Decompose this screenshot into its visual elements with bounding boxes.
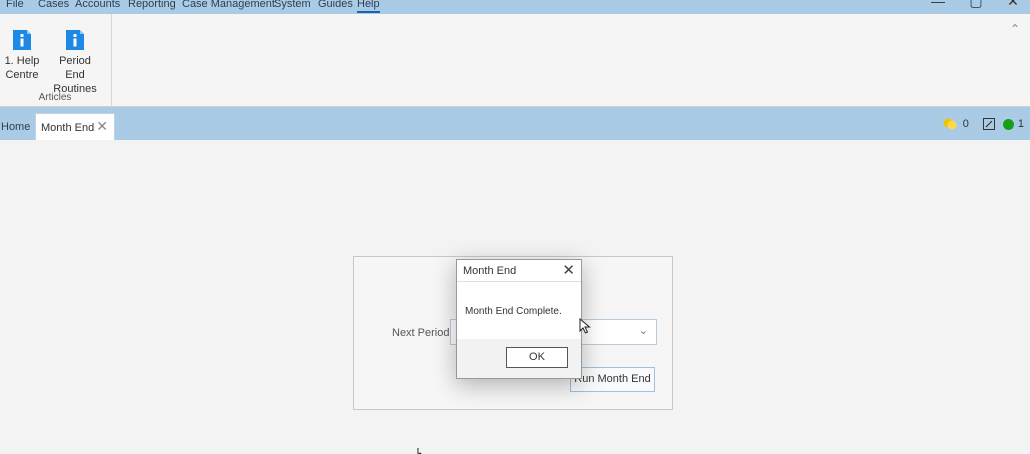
close-window-icon[interactable]: ✕: [1003, 0, 1023, 8]
month-end-dialog: Month End ✕ Month End Complete. OK: [456, 259, 582, 379]
warning-count: 0: [962, 118, 969, 130]
document-info-icon: [66, 30, 84, 50]
menu-file[interactable]: File: [6, 0, 24, 11]
dialog-message: Month End Complete.: [465, 306, 562, 317]
tab-bar: Home Month End ✕ 0 1: [0, 107, 1030, 140]
period-end-routines-button[interactable]: Period End Routines: [44, 28, 106, 96]
run-month-end-button[interactable]: Run Month End: [570, 367, 655, 392]
menu-cases[interactable]: Cases: [38, 0, 69, 11]
ribbon-group-label: Articles: [38, 92, 72, 103]
ok-status-icon[interactable]: [1002, 118, 1014, 130]
menu-case-management[interactable]: Case Management: [182, 0, 275, 11]
status-area: 0 1: [943, 117, 1024, 131]
menu-accounts[interactable]: Accounts: [75, 0, 120, 11]
help-centre-button[interactable]: 1. Help Centre: [4, 28, 40, 82]
chevron-down-icon: ⌄: [638, 325, 648, 337]
ok-count: 1: [1017, 118, 1024, 130]
edit-icon[interactable]: [982, 118, 995, 130]
mouse-pointer-icon: [579, 318, 591, 334]
ribbon-group-articles: 1. Help Centre Period End Routines Artic…: [0, 14, 112, 107]
dialog-header: Month End ✕: [457, 260, 581, 282]
help-centre-label: 1. Help Centre: [4, 55, 40, 81]
tab-home[interactable]: Home: [1, 121, 30, 133]
menu-guides[interactable]: Guides: [318, 0, 353, 11]
menu-bar: File Cases Accounts Reporting Case Manag…: [0, 0, 1030, 14]
collapse-ribbon-icon[interactable]: ⌃: [1010, 22, 1020, 36]
ribbon: 1. Help Centre Period End Routines Artic…: [0, 14, 1030, 107]
warning-dots-icon[interactable]: [943, 117, 959, 131]
menu-system[interactable]: System: [274, 0, 311, 11]
secondary-pointer-icon: [417, 448, 422, 454]
tab-month-end[interactable]: Month End ✕: [35, 113, 115, 140]
tab-month-end-label: Month End: [41, 122, 95, 134]
next-period-label: Next Period:: [392, 327, 453, 339]
close-icon[interactable]: ✕: [562, 261, 575, 279]
period-end-routines-label: Period End Routines: [53, 55, 97, 95]
dialog-title: Month End: [463, 265, 517, 277]
menu-help[interactable]: Help: [357, 0, 380, 13]
minimize-icon[interactable]: —: [928, 0, 948, 8]
maximize-icon[interactable]: ▢: [966, 0, 986, 8]
close-tab-icon[interactable]: ✕: [96, 118, 108, 135]
document-info-icon: [13, 30, 31, 50]
menu-reporting[interactable]: Reporting: [128, 0, 176, 11]
dialog-footer: OK: [457, 339, 581, 378]
ok-button[interactable]: OK: [506, 347, 568, 368]
